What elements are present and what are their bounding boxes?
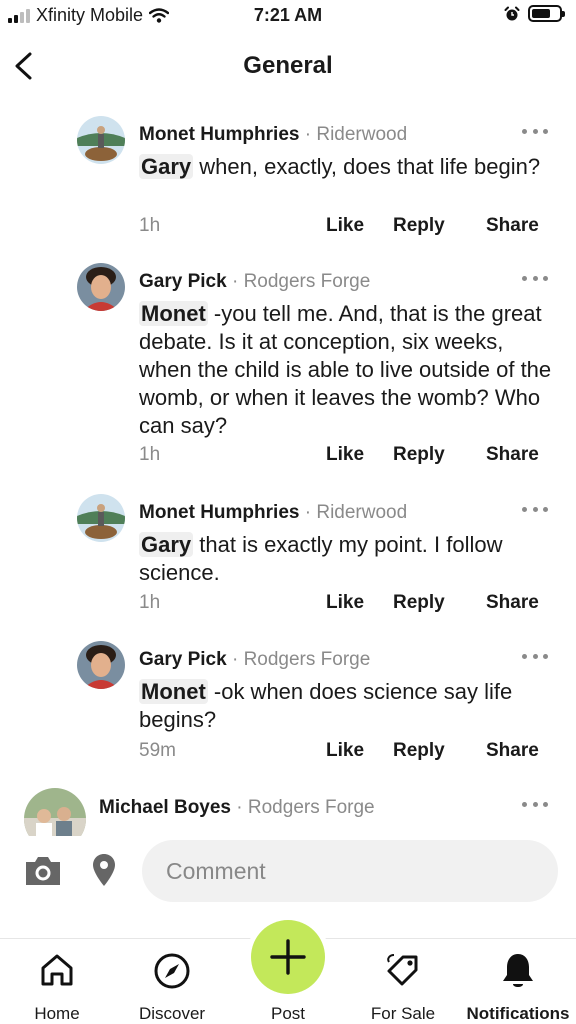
avatar[interactable]: [77, 641, 125, 689]
status-bar: Xfinity Mobile 7:21 AM: [0, 0, 576, 34]
more-options-icon[interactable]: [522, 505, 548, 513]
tab-for-sale[interactable]: For Sale: [358, 939, 448, 1024]
separator: ·: [304, 124, 312, 145]
price-tag-icon: [387, 954, 418, 986]
reply-button[interactable]: Reply: [393, 215, 445, 237]
share-button[interactable]: Share: [486, 444, 539, 466]
reply-button[interactable]: Reply: [393, 592, 445, 614]
author-location: Rodgers Forge: [243, 649, 371, 670]
page-title: General: [243, 52, 333, 79]
comment-body: when, exactly, does that life begin?: [193, 154, 541, 179]
comment-composer: [0, 836, 576, 906]
comment-header: Gary Pick · Rodgers Forge: [139, 271, 370, 293]
comment-actions: 1h Like Reply Share: [0, 215, 576, 243]
comment-header: Michael Boyes · Rodgers Forge: [99, 797, 375, 819]
author-location: Riderwood: [316, 502, 408, 523]
like-button[interactable]: Like: [326, 215, 364, 237]
status-icons: [504, 5, 565, 22]
reply-button[interactable]: Reply: [393, 444, 445, 466]
more-options-icon[interactable]: [522, 274, 548, 282]
avatar[interactable]: [77, 116, 125, 164]
comment-item: Michael Boyes · Rodgers Forge: [0, 788, 576, 836]
more-options-icon[interactable]: [522, 127, 548, 135]
author-name[interactable]: Gary Pick: [139, 649, 227, 670]
mention-tag[interactable]: Monet: [139, 301, 208, 326]
tab-label: For Sale: [370, 1004, 436, 1023]
comment-header: Monet Humphries · Riderwood: [139, 124, 407, 146]
share-button[interactable]: Share: [486, 215, 539, 237]
comment-item: Monet Humphries · Riderwood Gary when, e…: [0, 116, 576, 246]
comment-item: Gary Pick · Rodgers Forge Monet -ok when…: [0, 641, 576, 771]
separator: ·: [231, 271, 239, 292]
avatar[interactable]: [77, 263, 125, 311]
comment-input[interactable]: [142, 840, 558, 902]
post-button[interactable]: [251, 920, 325, 994]
avatar[interactable]: [77, 494, 125, 542]
comment-actions: 1h Like Reply Share: [0, 592, 576, 620]
tab-label: Home: [34, 1004, 80, 1023]
comment-time: 59m: [139, 740, 176, 761]
comment-time: 1h: [139, 444, 161, 465]
author-name[interactable]: Monet Humphries: [139, 502, 299, 523]
comment-actions: 59m Like Reply Share: [0, 740, 576, 768]
tab-home[interactable]: Home: [14, 939, 100, 1024]
tab-label: Post: [270, 1004, 306, 1023]
camera-icon[interactable]: [23, 854, 63, 888]
author-location: Riderwood: [316, 124, 408, 145]
comment-header: Gary Pick · Rodgers Forge: [139, 649, 370, 671]
like-button[interactable]: Like: [326, 444, 364, 466]
alarm-icon: [504, 6, 520, 20]
share-button[interactable]: Share: [486, 740, 539, 762]
comment-header: Monet Humphries · Riderwood: [139, 502, 407, 524]
separator: ·: [231, 649, 239, 670]
author-location: Rodgers Forge: [247, 797, 375, 818]
status-time: 7:21 AM: [253, 5, 323, 25]
author-name[interactable]: Gary Pick: [139, 271, 227, 292]
comment-text: Monet -ok when does science say life beg…: [139, 678, 549, 734]
comment-text: Gary that is exactly my point. I follow …: [139, 531, 549, 587]
author-name[interactable]: Monet Humphries: [139, 124, 299, 145]
more-options-icon[interactable]: [522, 652, 548, 660]
comment-time: 1h: [139, 215, 161, 236]
comment-time: 1h: [139, 592, 161, 613]
share-button[interactable]: Share: [486, 592, 539, 614]
comment-text: Gary when, exactly, does that life begin…: [139, 153, 549, 181]
comment-actions: 1h Like Reply Share: [0, 444, 576, 472]
compass-icon: [154, 953, 190, 989]
nav-header: General: [0, 40, 576, 92]
mention-tag[interactable]: Gary: [139, 532, 194, 557]
separator: ·: [304, 502, 312, 523]
like-button[interactable]: Like: [326, 740, 364, 762]
author-location: Rodgers Forge: [243, 271, 371, 292]
more-options-icon[interactable]: [522, 800, 548, 808]
reply-button[interactable]: Reply: [393, 740, 445, 762]
tab-discover[interactable]: Discover: [124, 939, 220, 1024]
tab-label: Discover: [138, 1004, 206, 1023]
battery-icon: [528, 5, 565, 22]
plus-icon: [270, 939, 306, 975]
tab-label: Notifications: [466, 1004, 570, 1023]
avatar[interactable]: [24, 788, 86, 836]
comment-item: Monet Humphries · Riderwood Gary that is…: [0, 494, 576, 624]
comment-item: Gary Pick · Rodgers Forge Monet -you tel…: [0, 263, 576, 473]
mention-tag[interactable]: Gary: [139, 154, 194, 179]
comment-body: that is exactly my point. I follow scien…: [139, 532, 503, 585]
location-pin-icon[interactable]: [92, 853, 116, 887]
separator: ·: [236, 797, 243, 818]
author-name[interactable]: Michael Boyes: [99, 797, 231, 818]
bell-icon: [503, 954, 533, 987]
home-icon: [41, 954, 73, 986]
mention-tag[interactable]: Monet: [139, 679, 208, 704]
comment-text: Monet -you tell me. And, that is the gre…: [139, 300, 553, 440]
like-button[interactable]: Like: [326, 592, 364, 614]
tab-notifications[interactable]: Notifications: [462, 939, 574, 1024]
